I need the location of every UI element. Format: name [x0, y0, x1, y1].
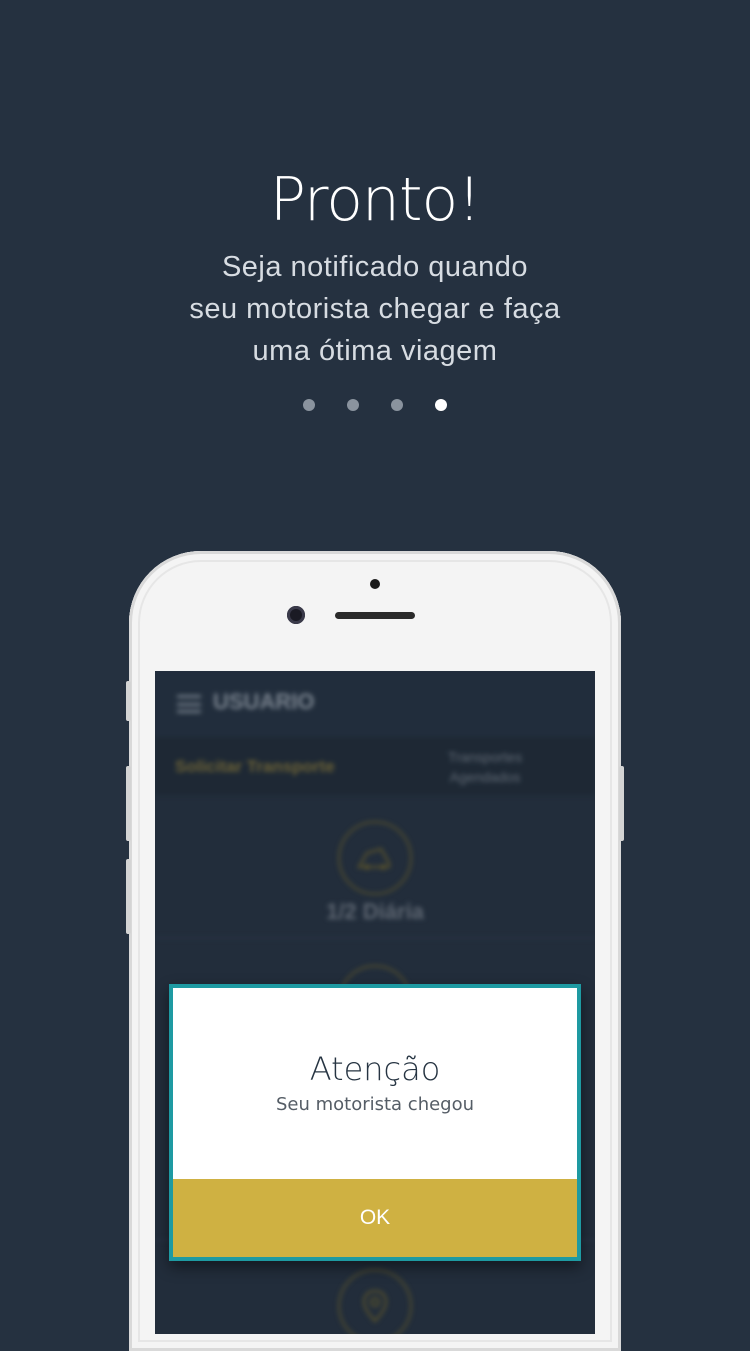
subtitle-line: uma ótima viagem — [252, 335, 498, 367]
phone-volume-up — [126, 766, 131, 841]
onboarding-title: Pronto! — [269, 165, 482, 235]
phone-camera — [287, 606, 305, 624]
phone-volume-down — [126, 859, 131, 934]
alert-dialog: Atenção Seu motorista chegou OK — [169, 984, 581, 1261]
dialog-title: Atenção — [309, 1050, 441, 1088]
page-indicator — [0, 399, 750, 411]
page-dot-3[interactable] — [391, 399, 403, 411]
page-dot-1[interactable] — [303, 399, 315, 411]
phone-mute-switch — [126, 681, 131, 721]
page-dot-4-active[interactable] — [435, 399, 447, 411]
phone-sensor — [370, 579, 380, 589]
onboarding-subtitle: Seja notificado quando seu motorista che… — [150, 246, 600, 372]
subtitle-line: seu motorista chegar e faça — [189, 293, 561, 325]
subtitle-line: Seja notificado quando — [221, 251, 529, 283]
ok-button[interactable]: OK — [173, 1179, 577, 1257]
phone-power-button — [619, 766, 624, 841]
dialog-message: Seu motorista chegou — [275, 1094, 475, 1115]
phone-speaker — [335, 612, 415, 619]
page-dot-2[interactable] — [347, 399, 359, 411]
